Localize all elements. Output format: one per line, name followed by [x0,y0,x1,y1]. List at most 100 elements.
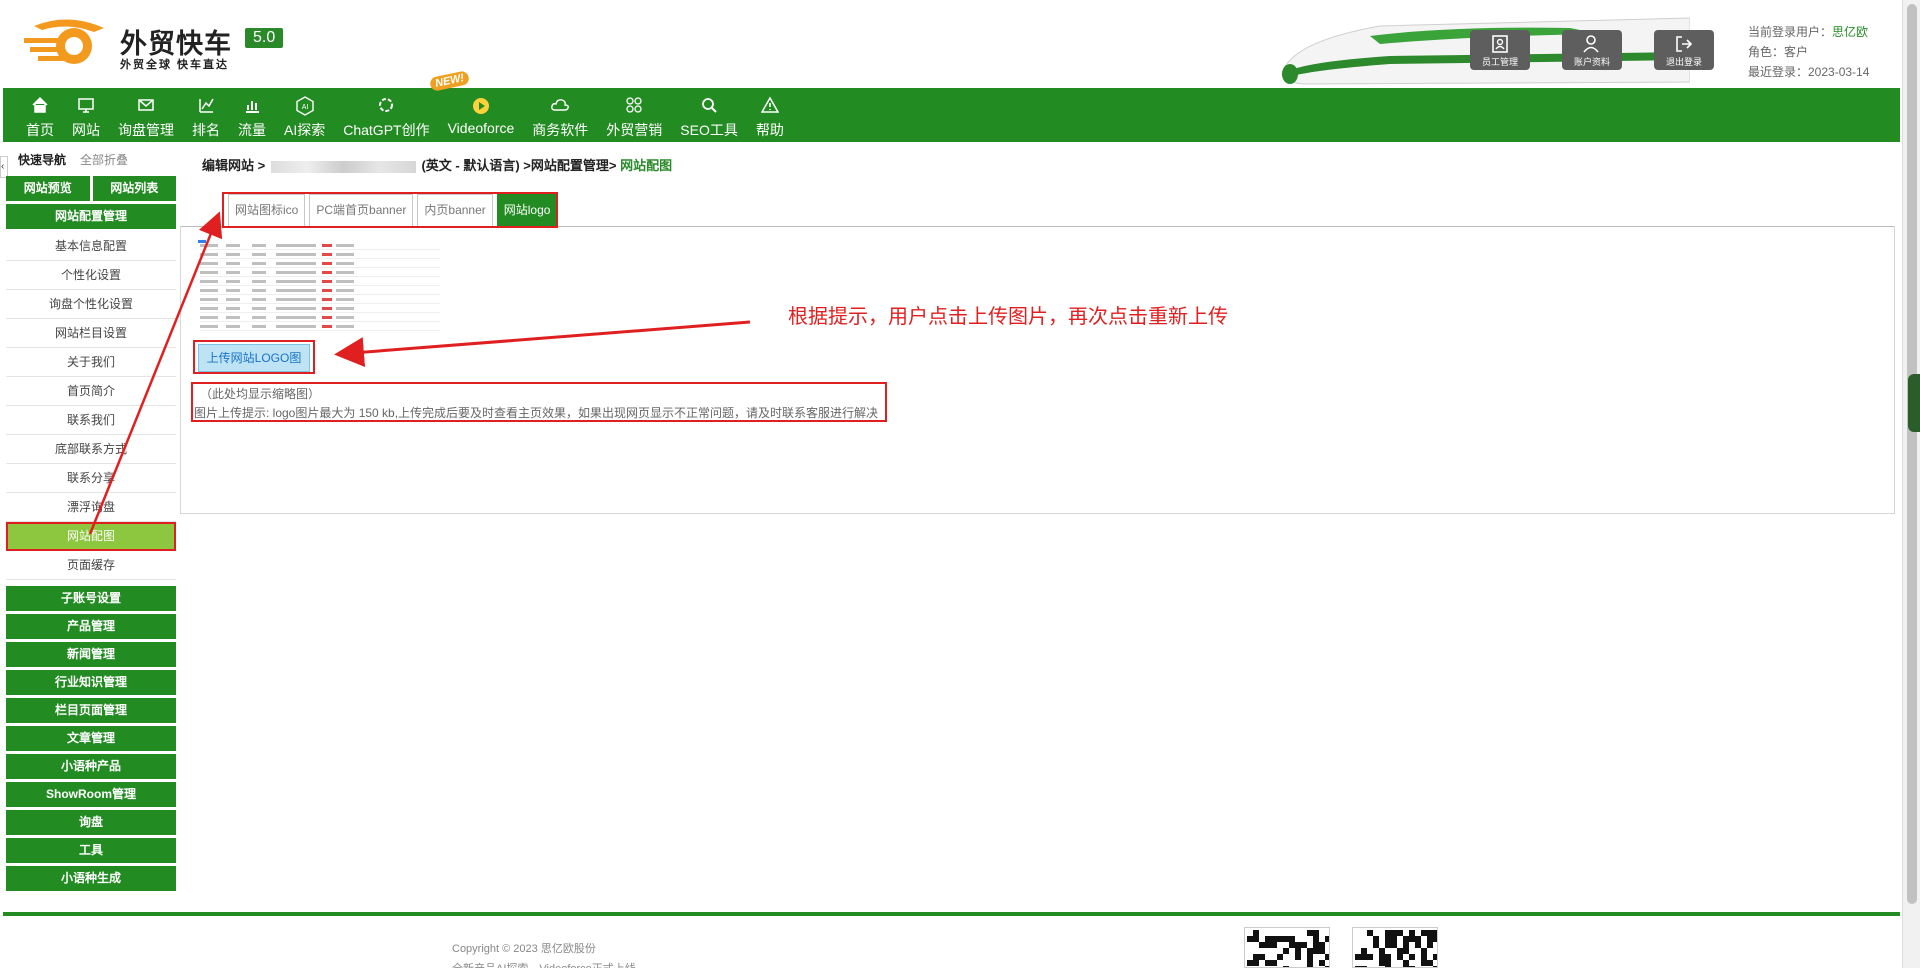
staff-management-label: 员工管理 [1481,57,1518,67]
sidebar-item-contact-share[interactable]: 联系分享 [6,464,176,493]
mail-icon [118,96,174,116]
nav-marketing-label: 外贸营销 [606,122,663,138]
thumbnail-cell [252,253,266,256]
thumbnail-cell [322,289,332,292]
nav-traffic-label: 流量 [238,122,266,138]
thumbnail-cell [276,289,316,292]
thumbnail-cell [200,253,218,256]
thumbnail-cell [252,262,266,265]
sidebar-item-inquiry-personalization[interactable]: 询盘个性化设置 [6,290,176,319]
nav-marketing[interactable]: 外贸营销 [597,88,671,142]
sidebar-item-contact-us[interactable]: 联系我们 [6,406,176,435]
sidebar-item-floating-inquiry[interactable]: 漂浮询盘 [6,493,176,522]
side-float-widget[interactable] [1908,374,1920,432]
thumbnail-cell [252,298,266,301]
qr-code-image [1244,927,1330,968]
thumbnail-cell [322,244,332,247]
sidebar-item-home-intro[interactable]: 首页简介 [6,377,176,406]
breadcrumb: 编辑网站 > (英文 - 默认语言) >网站配置管理> 网站配图 [202,155,672,174]
logout-label: 退出登录 [1665,57,1702,67]
nav-website[interactable]: 网站 [63,88,109,142]
thumbnail-cell [226,244,240,247]
sidebar-group-products[interactable]: 产品管理 [6,614,176,639]
nav-chatgpt[interactable]: ChatGPT创作 [334,88,438,142]
nav-seo-tools[interactable]: SEO工具 [671,88,747,142]
sidebar-item-site-images[interactable]: 网站配图 [6,522,176,551]
nav-home-label: 首页 [26,122,54,138]
sidebar-group-minor-language-products[interactable]: 小语种产品 [6,754,176,779]
nav-help-label: 帮助 [755,122,784,138]
sidebar-item-page-cache[interactable]: 页面缓存 [6,551,176,580]
last-login: 最近登录：2023-03-14 [1748,65,1870,79]
thumbnail-cell [322,280,332,283]
logout-button[interactable]: 退出登录 [1654,30,1714,70]
thumbnail-cell [252,325,266,328]
sidebar-group-tools[interactable]: 工具 [6,838,176,863]
sidebar-group-articles[interactable]: 文章管理 [6,726,176,751]
sidebar-group-showroom[interactable]: ShowRoom管理 [6,782,176,807]
sidebar-group-subaccount[interactable]: 子账号设置 [6,586,176,611]
nav-videoforce[interactable]: Videoforce [439,88,524,142]
sidebar-section-site-config[interactable]: 网站配置管理 [6,204,176,229]
page-scrollbar[interactable] [1902,0,1920,968]
nav-ranking-label: 排名 [192,122,220,138]
thumbnail-cell [226,271,240,274]
nav-ranking[interactable]: 排名 [183,88,229,142]
upload-highlight-box [193,340,315,374]
scrollbar-thumb[interactable] [1907,4,1917,904]
sidebar-group-inquiry[interactable]: 询盘 [6,810,176,835]
nav-business-software[interactable]: 商务软件 [523,88,597,142]
thumbnail-cell [336,298,354,301]
sidebar-item-basic-info[interactable]: 基本信息配置 [6,232,176,261]
thumbnail-row [200,303,440,304]
thumbnail-cell [336,244,354,247]
nav-inquiry[interactable]: 询盘管理 [109,88,183,142]
account-info-button[interactable]: 账户资料 [1562,30,1622,70]
sidebar-item-about-us[interactable]: 关于我们 [6,348,176,377]
thumbnail-row [200,267,440,268]
sidebar-group-minor-language-generate[interactable]: 小语种生成 [6,866,176,891]
thumbnail-cell [336,271,354,274]
breadcrumb-prefix[interactable]: 编辑网站 > [202,158,265,173]
tab-collapse-all[interactable]: 全部折叠 [80,151,128,168]
thumbnail-cell [322,325,332,328]
qr-module [1271,942,1277,948]
thumbnail-cell [226,253,240,256]
thumbnail-cell [252,307,266,310]
thumbnail-cell [200,280,218,283]
sidebar-group-industry-knowledge[interactable]: 行业知识管理 [6,670,176,695]
sidebar-item-personalization[interactable]: 个性化设置 [6,261,176,290]
thumbnail-row [200,258,440,259]
qr-module [1271,960,1277,966]
thumbnail-cell [336,253,354,256]
staff-management-button[interactable]: 员工管理 [1470,30,1530,70]
nav-help[interactable]: 帮助 [747,88,793,142]
thumbnail-cell [226,289,240,292]
video-icon [448,96,515,116]
nav-traffic[interactable]: 流量 [229,88,275,142]
nav-home[interactable]: 首页 [17,88,63,142]
thumbnail-cell [276,316,316,319]
annotation-text: 根据提示，用户点击上传图片，再次点击重新上传 [788,306,1228,328]
user-role: 角色：客户 [1748,45,1809,59]
site-preview-button[interactable]: 网站预览 [6,176,90,201]
sidebar-item-site-columns[interactable]: 网站栏目设置 [6,319,176,348]
sidebar-group-news[interactable]: 新闻管理 [6,642,176,667]
thumbnail-row [200,276,440,277]
qr-module [1253,960,1259,966]
breadcrumb-current: 网站配图 [620,158,673,173]
site-list-button[interactable]: 网站列表 [92,176,176,201]
sidebar-item-footer-contact[interactable]: 底部联系方式 [6,435,176,464]
chart-icon [238,96,266,116]
tab-quick-nav[interactable]: 快速导航 [18,151,66,168]
thumbnail-cell [200,262,218,265]
qr-code-image [1352,927,1438,968]
qr-module [1367,954,1373,960]
nav-ai-explore[interactable]: AI AI探索 [275,88,334,142]
sidebar-group-column-pages[interactable]: 栏目页面管理 [6,698,176,723]
thumbnail-cell [276,307,316,310]
thumbnail-cell [322,253,332,256]
nav-ai-explore-label: AI探索 [284,122,326,138]
breadcrumb-middle[interactable]: (英文 - 默认语言) >网站配置管理> [421,158,616,173]
cloud-icon [532,96,588,116]
